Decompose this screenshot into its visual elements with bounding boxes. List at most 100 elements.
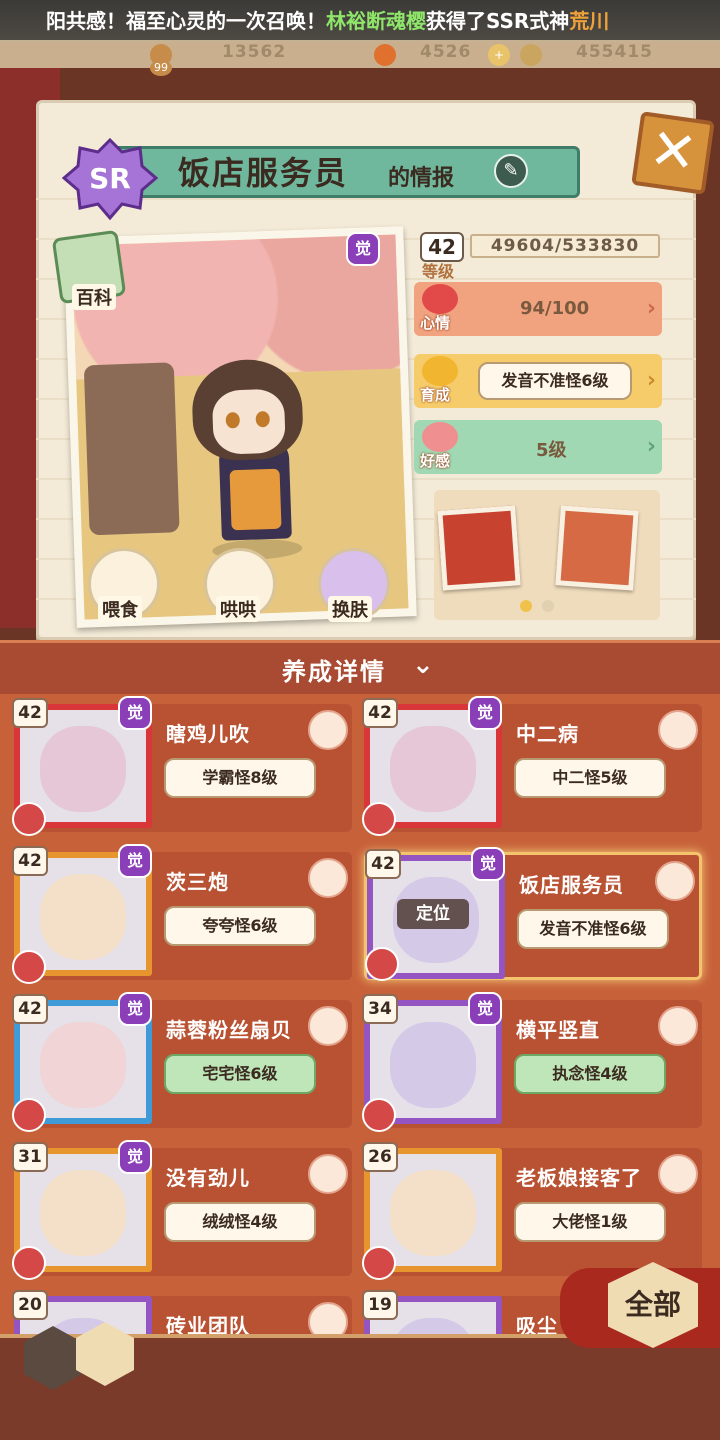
- card-trait-pill: 中二怪5级: [514, 758, 666, 798]
- card-name: 老板娘接客了: [516, 1166, 642, 1190]
- flower-icon: [658, 1154, 698, 1194]
- card-trait-pill: 大佬怪1级: [514, 1202, 666, 1242]
- card-name: 瞎鸡儿吹: [166, 722, 250, 746]
- detail-tab-title[interactable]: 养成详情: [282, 652, 386, 687]
- heart-face-icon: [422, 284, 458, 314]
- awaken-badge: 觉: [118, 844, 152, 878]
- banner-player: 林裕断魂樱: [326, 9, 426, 33]
- flower-icon: [655, 861, 695, 901]
- add-icon[interactable]: +: [488, 44, 510, 66]
- ramen-gift-icon[interactable]: [437, 505, 521, 591]
- affection-value: 5级: [536, 440, 567, 461]
- shikigami-name: 饭店服务员: [178, 154, 349, 192]
- card-trait-pill: 绒绒怪4级: [164, 1202, 316, 1242]
- chevron-down-icon[interactable]: ⌄: [412, 650, 434, 680]
- lantern-gift-icon[interactable]: [555, 505, 639, 591]
- shikigami-card[interactable]: 31 觉 没有劲儿 绒绒怪4级: [12, 1140, 352, 1280]
- card-trait-pill: 夸夸怪6级: [164, 906, 316, 946]
- change-skin-label[interactable]: 换肤: [328, 596, 372, 622]
- avatar-portrait: [40, 726, 126, 812]
- flower-icon: [658, 1006, 698, 1046]
- heart-face-icon: [12, 950, 46, 984]
- card-trait-pill: 学霸怪8级: [164, 758, 316, 798]
- smiley-sprout-icon: [422, 356, 458, 386]
- card-level-badge: 19: [362, 1290, 398, 1320]
- rarity-badge: SR: [62, 138, 158, 220]
- growth-row[interactable]: 育成 发音不准怪6级 ›: [414, 354, 662, 408]
- rarity-label: SR: [89, 162, 131, 195]
- pencil-icon[interactable]: ✎: [494, 154, 528, 188]
- card-name: 横平竖直: [516, 1018, 600, 1042]
- coin-icon: [520, 44, 542, 66]
- page-dot: [542, 600, 554, 612]
- card-trait-pill: 执念怪4级: [514, 1054, 666, 1094]
- encyclopedia-label[interactable]: 百科: [72, 284, 116, 310]
- title-suffix: 的情报: [388, 166, 455, 191]
- jade-amount: 4526: [420, 42, 472, 62]
- card-name: 中二病: [516, 722, 579, 746]
- card-name: 蒜蓉粉丝扇贝: [166, 1018, 292, 1042]
- shikigami-card[interactable]: 42 觉 茨三炮 夸夸怪6级: [12, 844, 352, 984]
- card-name: 茨三炮: [166, 870, 229, 894]
- card-level-badge: 42: [12, 698, 48, 728]
- chevron-right-icon: ›: [646, 368, 656, 393]
- close-x-icon[interactable]: ✕: [631, 111, 715, 195]
- shikigami-card[interactable]: 42 觉 定位 饭店服务员 发音不准怪6级: [364, 847, 702, 981]
- chevron-right-icon: ›: [646, 296, 656, 321]
- flower-icon: [308, 1006, 348, 1046]
- card-name: 砖业团队: [166, 1314, 250, 1334]
- heart-face-icon: [362, 1098, 396, 1132]
- shikigami-card[interactable]: 34 觉 横平竖直 执念怪4级: [362, 992, 702, 1132]
- banner-shikigami: 荒川: [569, 9, 610, 33]
- affection-row[interactable]: 好感 5级 ›: [414, 420, 662, 474]
- mood-label: 心情: [420, 314, 451, 332]
- card-level-badge: 42: [12, 994, 48, 1024]
- card-level-badge: 20: [12, 1290, 48, 1320]
- jade-icon: [374, 44, 396, 66]
- shikigami-card[interactable]: 42 觉 瞎鸡儿吹 学霸怪8级: [12, 696, 352, 836]
- shikigami-card[interactable]: 42 觉 蒜蓉粉丝扇贝 宅宅怪6级: [12, 992, 352, 1132]
- mood-value: 94/100: [520, 298, 590, 319]
- coin-amount: 455415: [576, 42, 653, 62]
- mood-row[interactable]: 心情 94/100 ›: [414, 282, 662, 336]
- card-name: 没有劲儿: [166, 1166, 250, 1190]
- feed-label[interactable]: 喂食: [98, 596, 142, 622]
- flower-icon: [308, 1302, 348, 1334]
- heart-face-icon: [365, 947, 399, 981]
- flower-icon: [308, 858, 348, 898]
- avatar-portrait: [40, 874, 126, 960]
- chevron-right-icon: ›: [646, 434, 656, 459]
- heart-face-icon: [362, 802, 396, 836]
- affection-label: 好感: [420, 452, 451, 470]
- card-trait-pill: 发音不准怪6级: [517, 909, 669, 949]
- tree-trunk: [83, 362, 180, 536]
- flower-icon: [308, 1154, 348, 1194]
- coax-label[interactable]: 哄哄: [216, 596, 260, 622]
- heart-face-icon: [12, 1098, 46, 1132]
- awaken-badge: 觉: [468, 992, 502, 1026]
- growth-trait-pill: 发音不准怪6级: [478, 362, 632, 400]
- card-level-badge: 42: [12, 846, 48, 876]
- flower-icon: [308, 710, 348, 750]
- avatar-portrait: [40, 1170, 126, 1256]
- awaken-badge: 觉: [471, 847, 505, 881]
- shikigami-card[interactable]: 26 老板娘接客了 大佬怪1级: [362, 1142, 702, 1280]
- card-name: 饭店服务员: [519, 873, 624, 897]
- awaken-badge: 觉: [118, 696, 152, 730]
- announcement-banner: 阳共感！福至心灵的一次召唤！林裕断魂樱获得了SSR式神荒川: [0, 0, 720, 42]
- avatar-portrait: [40, 1022, 126, 1108]
- flower-icon: [658, 710, 698, 750]
- card-level-badge: 31: [12, 1142, 48, 1172]
- awaken-badge: 觉: [118, 1140, 152, 1174]
- shikigami-card[interactable]: 20 砖业团队: [12, 1290, 352, 1334]
- avatar-portrait: [390, 726, 476, 812]
- coin-badge: 99: [150, 60, 172, 76]
- growth-label: 育成: [420, 386, 451, 404]
- avatar-portrait: [390, 1022, 476, 1108]
- card-level-badge: 42: [365, 849, 401, 879]
- banner-text-2: 获得了SSR式神: [426, 9, 570, 33]
- card-level-badge: 34: [362, 994, 398, 1024]
- card-trait-pill: 宅宅怪6级: [164, 1054, 316, 1094]
- shikigami-card[interactable]: 42 觉 中二病 中二怪5级: [362, 696, 702, 836]
- page-dot-active: [520, 600, 532, 612]
